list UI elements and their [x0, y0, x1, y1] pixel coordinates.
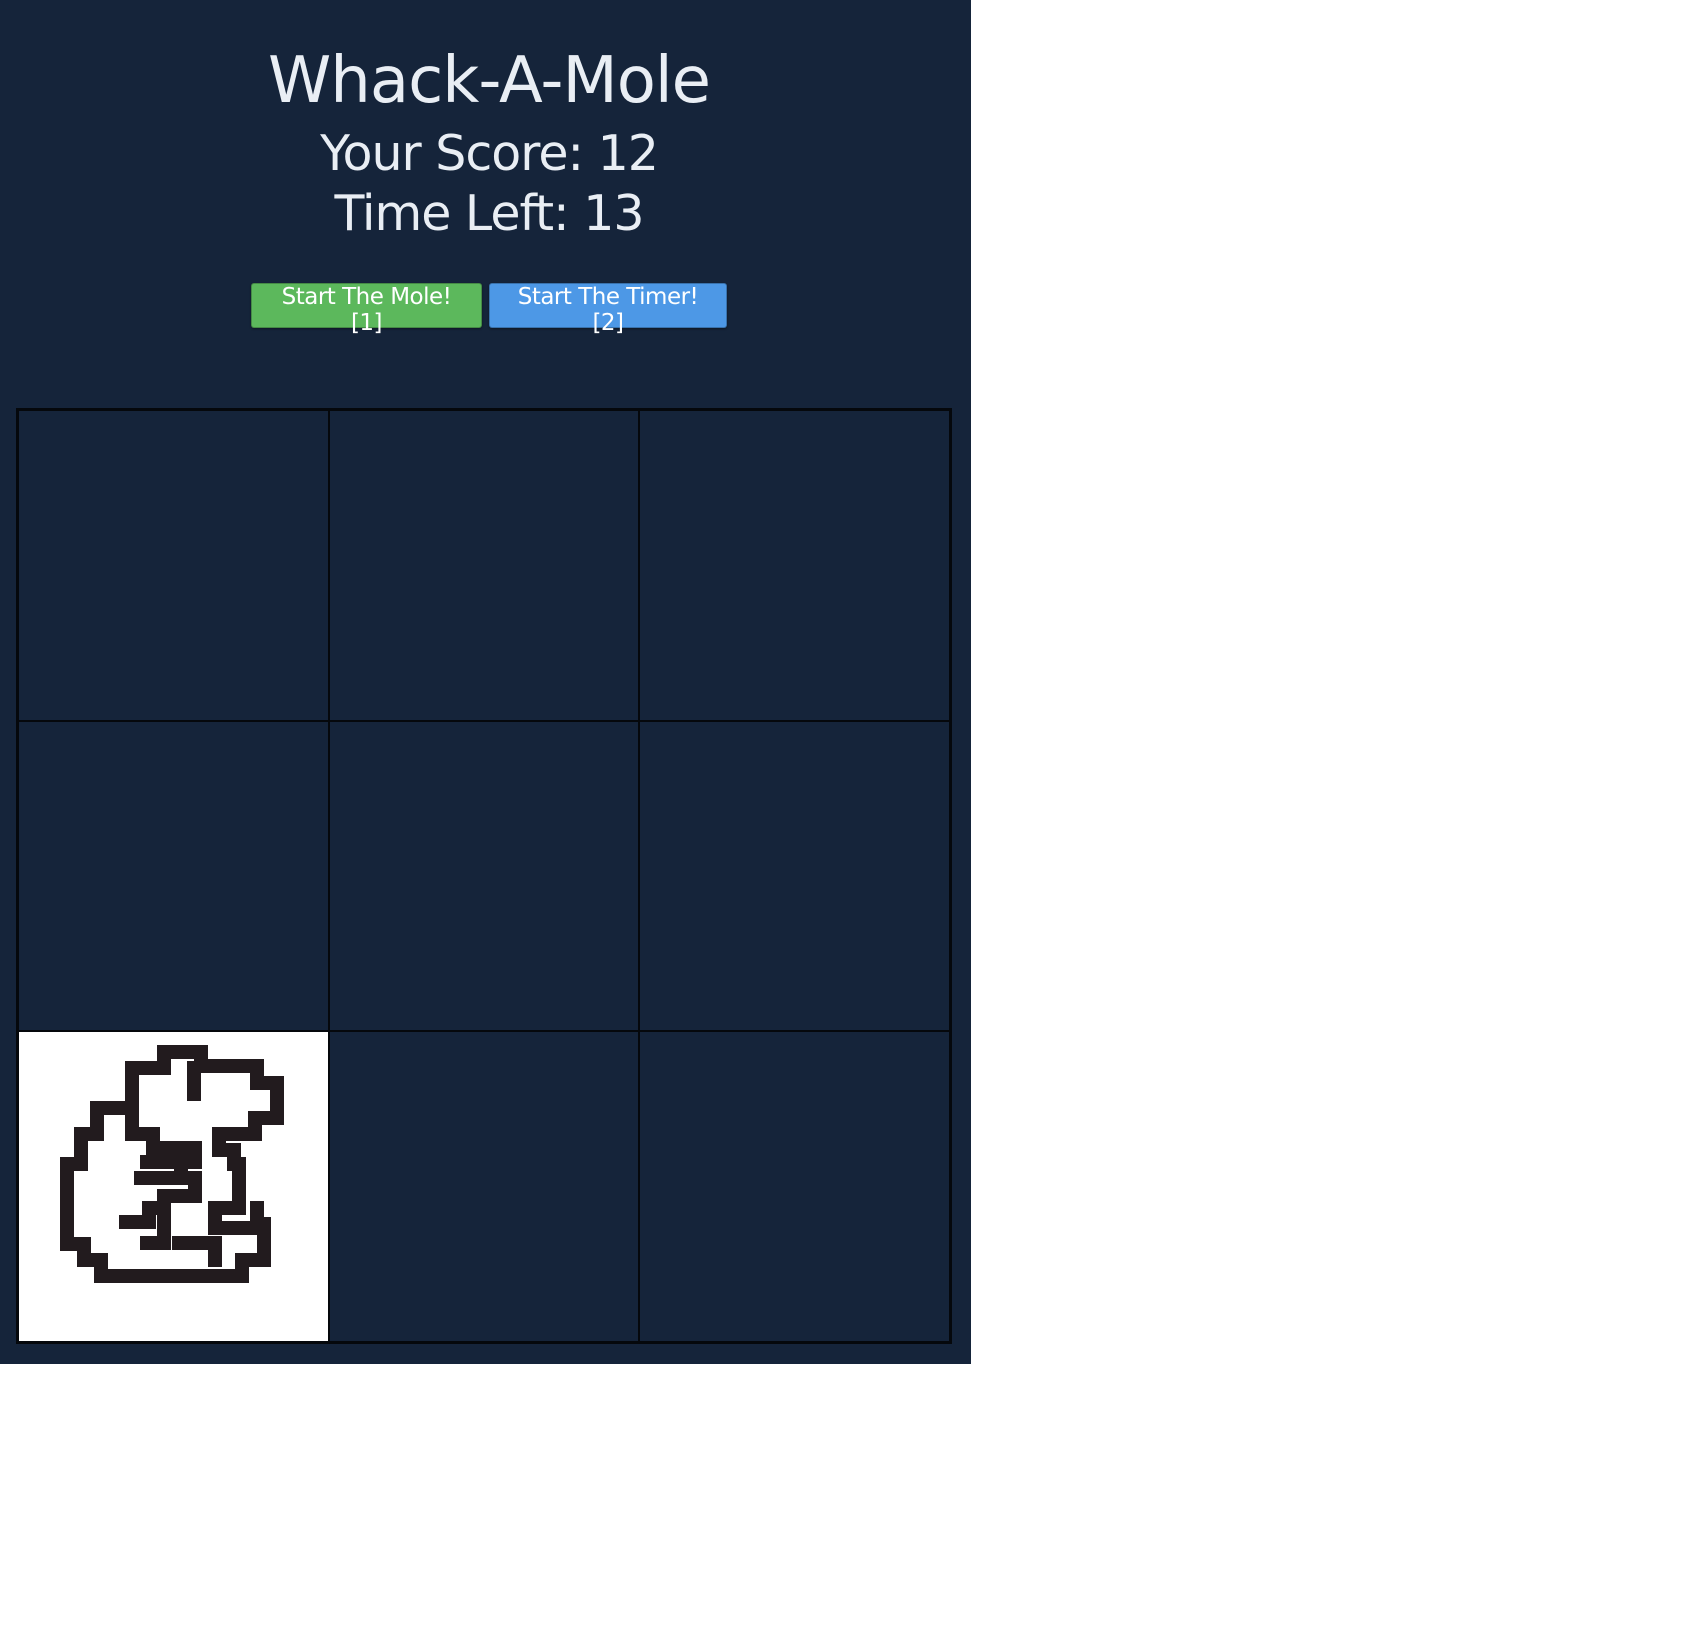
- hole-1[interactable]: [18, 410, 329, 721]
- game-title: Whack-A-Mole: [268, 43, 711, 118]
- hole-7[interactable]: [18, 1031, 329, 1342]
- hole-8[interactable]: [328, 1031, 640, 1342]
- hole-5[interactable]: [328, 720, 640, 1032]
- control-buttons: Start The Mole! [1] Start The Timer! [2]: [251, 283, 727, 336]
- mole-board: [16, 408, 952, 1344]
- game-panel: Whack-A-Mole Your Score: 12 Time Left: 1…: [0, 0, 971, 1364]
- score-display: Your Score: 12: [320, 125, 659, 182]
- game-stats: Your Score: 12 Time Left: 13: [0, 124, 978, 244]
- hole-9[interactable]: [639, 1031, 950, 1342]
- pixel-mole-icon: [60, 1045, 284, 1284]
- hole-3[interactable]: [639, 410, 950, 721]
- time-left-display: Time Left: 13: [334, 185, 644, 242]
- start-timer-button[interactable]: Start The Timer! [2]: [489, 283, 727, 336]
- hole-6[interactable]: [639, 720, 950, 1032]
- hole-2[interactable]: [328, 410, 640, 721]
- hole-4[interactable]: [18, 720, 329, 1032]
- start-mole-button[interactable]: Start The Mole! [1]: [251, 283, 482, 336]
